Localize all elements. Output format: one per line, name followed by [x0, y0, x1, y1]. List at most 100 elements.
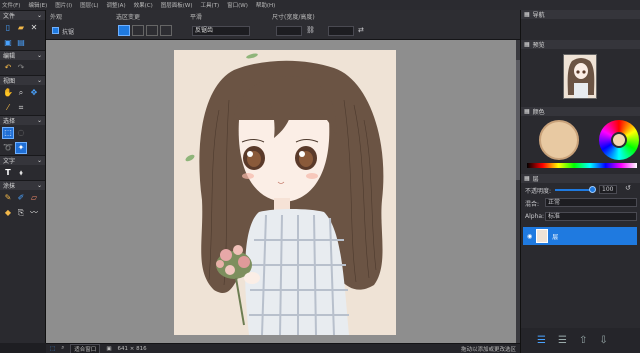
width-input[interactable] — [276, 26, 302, 36]
layers-panel-header[interactable]: ▦ 层 — [521, 174, 640, 183]
opacity-label: 不透明度: — [525, 188, 552, 195]
section-text[interactable]: 文字 ⌄ — [0, 155, 45, 165]
selection-mode-replace[interactable] — [118, 25, 130, 36]
eraser-icon[interactable]: ▱ — [29, 193, 39, 203]
section-edit[interactable]: 编辑 ⌄ — [0, 50, 45, 60]
selection-mode-subtract[interactable] — [146, 25, 158, 36]
open-file-icon[interactable]: ▰ — [16, 23, 26, 33]
zoom-icon[interactable]: ⌕ — [16, 88, 26, 98]
menu-image[interactable]: 图片(I) — [55, 1, 72, 9]
layer-item[interactable]: ◉ 层 — [523, 227, 637, 245]
text-icon[interactable]: T — [3, 168, 13, 178]
color-panel-header[interactable]: ▦ 颜色 — [521, 107, 640, 116]
image-size-icon: ▣ — [106, 345, 112, 352]
status-bar: ⬚ ⌕ 适合窗口 ▣ 641 × 816 拖动以添加或更改选区 — [46, 343, 520, 353]
alpha-label: Alpha: — [525, 213, 545, 220]
menu-window[interactable]: 窗口(W) — [227, 1, 248, 9]
opacity-slider-handle[interactable] — [589, 186, 596, 193]
options-selection-label: 选区变更 — [116, 14, 141, 21]
save-icon[interactable]: ▣ — [3, 38, 13, 48]
chevron-down-icon: ⌄ — [36, 157, 42, 164]
preview-panel-header[interactable]: ▦ 预览 — [521, 40, 640, 49]
menu-edit[interactable]: 编辑(E) — [28, 1, 47, 9]
status-hint: 拖动以添加或更改选区 — [460, 346, 516, 353]
redo-icon[interactable]: ↷ — [16, 63, 26, 73]
chevron-down-icon: ⌄ — [36, 12, 42, 19]
chevron-down-icon: ⌄ — [36, 52, 42, 59]
section-view[interactable]: 视图 ⌄ — [0, 75, 45, 85]
save-as-icon[interactable]: ▤ — [16, 38, 26, 48]
add-layer-icon[interactable]: ☰ — [537, 335, 546, 346]
chevron-down-icon: ⌄ — [36, 182, 42, 189]
layer-actions-bar: ☰ ☰ ⇧ ⇩ — [521, 328, 640, 353]
move-layer-down-icon[interactable]: ⇩ — [599, 335, 607, 346]
smoothing-select[interactable]: 反锯齿 — [192, 26, 250, 36]
chevron-down-icon: ⌄ — [36, 117, 42, 124]
menu-help[interactable]: 帮助(H) — [256, 1, 275, 9]
swap-icon[interactable]: ⇄ — [358, 26, 364, 34]
pencil-icon[interactable]: ✐ — [16, 193, 26, 203]
preview-thumbnail[interactable] — [563, 54, 597, 99]
blend-mode-select[interactable]: 正常 — [545, 198, 637, 207]
menu-bar: 文件(F) 编辑(E) 图片(I) 图层(L) 调整(A) 效果(C) 图层面板… — [0, 0, 640, 10]
brush-icon[interactable]: ✎ — [3, 193, 13, 203]
section-select[interactable]: 选择 ⌄ — [0, 115, 45, 125]
eye-icon[interactable]: ◉ — [527, 233, 532, 240]
undo-icon[interactable]: ↶ — [3, 63, 13, 73]
reset-icon[interactable]: ↺ — [625, 184, 631, 192]
magic-wand-icon[interactable]: ✦ — [15, 141, 27, 154]
menu-layer-panel[interactable]: 图层面板(W) — [161, 1, 193, 9]
hand-icon[interactable]: ✋ — [3, 88, 13, 98]
options-size-label: 尺寸(宽度/高度) — [272, 14, 315, 21]
menu-layer[interactable]: 图层(L) — [80, 1, 98, 9]
link-icon[interactable]: ⛓ — [306, 26, 315, 34]
selection-mode-intersect[interactable] — [160, 25, 172, 36]
crop-icon[interactable]: ⌗ — [16, 103, 26, 113]
opacity-input[interactable]: 100 — [599, 185, 617, 194]
menu-tools[interactable]: 工具(T) — [200, 1, 219, 9]
artwork-image[interactable] — [174, 50, 396, 335]
menu-adjust[interactable]: 调整(A) — [107, 1, 126, 9]
ellipse-select-icon[interactable]: ◌ — [16, 128, 26, 138]
layers-icon: ▦ — [524, 175, 530, 182]
lasso-icon[interactable]: ➰ — [3, 143, 13, 153]
opacity-slider[interactable] — [555, 189, 591, 191]
image-size: 641 × 816 — [117, 345, 147, 352]
zoom-icon[interactable]: ⌕ — [61, 345, 64, 352]
options-bar: 外观 选区变更 平滑 尺寸(宽度/高度) 抗锯 反锯齿 ⛓ ⇄ — [46, 10, 520, 40]
close-icon[interactable]: ✕ — [29, 23, 39, 33]
move-layer-up-icon[interactable]: ⇧ — [579, 335, 587, 346]
section-file[interactable]: 文件 ⌄ — [0, 10, 45, 20]
new-file-icon[interactable]: ▯ — [3, 23, 13, 33]
palette-icon: ▦ — [524, 108, 530, 115]
chevron-down-icon: ⌄ — [36, 77, 42, 84]
color-wheel[interactable] — [599, 120, 639, 160]
eyedropper-icon[interactable]: ⁄ — [3, 103, 13, 113]
rect-select-icon[interactable]: ⬚ — [2, 126, 14, 139]
fill-icon[interactable]: ◆ — [3, 208, 13, 218]
palette-strip[interactable] — [527, 163, 637, 168]
nav-panel-header[interactable]: ▦ 导航 — [521, 10, 640, 19]
grid-icon: ▦ — [524, 11, 530, 18]
clone-icon[interactable]: ⎘ — [16, 208, 26, 218]
antialias-label: 抗锯 — [62, 29, 75, 36]
section-paint[interactable]: 涂抹 ⌄ — [0, 180, 45, 190]
antialias-checkbox[interactable] — [52, 27, 59, 34]
height-input[interactable] — [328, 26, 354, 36]
layer-thumbnail — [536, 229, 549, 243]
shape-icon[interactable]: ⬧ — [16, 168, 26, 178]
select-tool-indicator: ⬚ — [50, 345, 56, 352]
blend-label: 混合: — [525, 201, 540, 208]
move-icon[interactable]: ✥ — [29, 88, 39, 98]
right-panel: ▦ 导航 ▦ 预览 ▦ 颜色 ▦ 层 不透明度: 100 ↺ 混合: 正常 Alpha:… — [520, 10, 640, 353]
alpha-mode-select[interactable]: 标准 — [545, 212, 637, 221]
menu-file[interactable]: 文件(F) — [2, 1, 20, 9]
selection-mode-add[interactable] — [132, 25, 144, 36]
zoom-select[interactable]: 适合窗口 — [70, 343, 101, 353]
primary-color-swatch[interactable] — [539, 120, 579, 160]
girl-illustration — [185, 53, 384, 335]
options-smooth-label: 平滑 — [190, 14, 203, 21]
menu-effects[interactable]: 效果(C) — [134, 1, 153, 9]
duplicate-layer-icon[interactable]: ☰ — [558, 335, 567, 346]
smudge-icon[interactable]: 〰 — [29, 208, 39, 218]
